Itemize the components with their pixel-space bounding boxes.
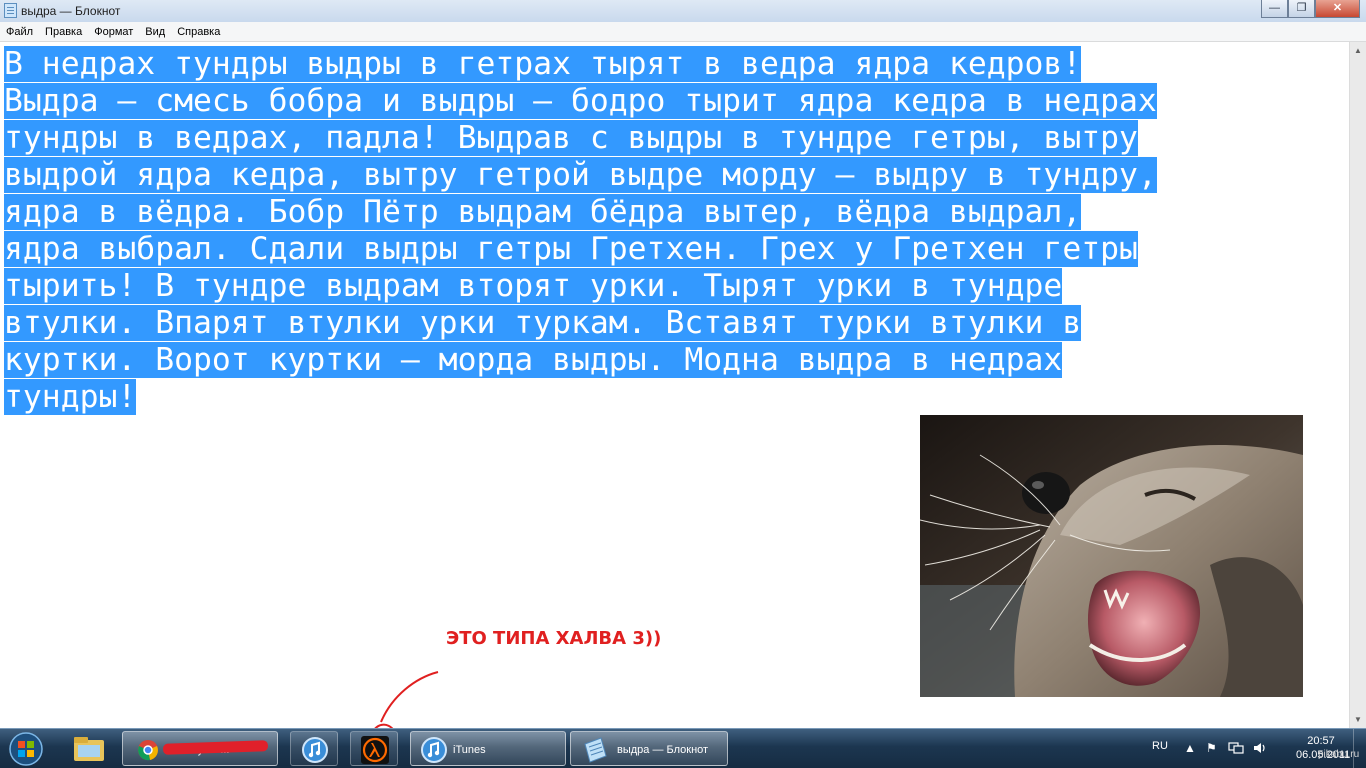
- notepad-icon: [4, 3, 17, 18]
- show-hidden-icons-icon[interactable]: ▲: [1184, 741, 1196, 755]
- annotation-text: ЭТО ТИПА ХАЛВА 3)): [446, 628, 662, 649]
- menu-file[interactable]: Файл: [0, 26, 39, 38]
- text-line: В недрах тундры выдры в гетрах тырят в в…: [4, 46, 1349, 83]
- editor-text[interactable]: В недрах тундры выдры в гетрах тырят в в…: [4, 46, 1349, 416]
- text-line: куртки. Ворот куртки — морда выдры. Модн…: [4, 342, 1349, 379]
- scroll-up-arrow-icon[interactable]: ▲: [1350, 42, 1366, 59]
- text-line: Выдра — смесь бобра и выдры — бодро тыри…: [4, 83, 1349, 120]
- notepad-icon: [584, 737, 607, 763]
- menu-bar: Файл Правка Формат Вид Справка: [0, 22, 1366, 42]
- language-indicator[interactable]: RU: [1152, 740, 1168, 752]
- text-line: тундры!: [4, 379, 1349, 416]
- start-button[interactable]: [4, 731, 48, 767]
- explorer-icon[interactable]: [72, 735, 106, 763]
- window-title: выдра — Блокнот: [21, 4, 121, 18]
- close-button[interactable]: ✕: [1315, 0, 1360, 18]
- taskbar-button-itunes-pinned[interactable]: [290, 731, 338, 766]
- selected-text[interactable]: В недрах тундры выдры в гетрах тырят в в…: [4, 46, 1082, 82]
- selected-text[interactable]: Выдра — смесь бобра и выдры — бодро тыри…: [4, 83, 1157, 119]
- taskbar-button-half-life[interactable]: [350, 731, 398, 766]
- taskbar-button-label: выдра — Блокнот: [617, 744, 709, 756]
- minimize-button[interactable]: —: [1261, 0, 1288, 18]
- menu-help[interactable]: Справка: [171, 26, 226, 38]
- volume-icon[interactable]: [1252, 741, 1268, 755]
- watermark: pikabu.ru: [1318, 749, 1360, 760]
- scroll-down-arrow-icon[interactable]: ▼: [1350, 711, 1366, 728]
- maximize-button[interactable]: ❐: [1288, 0, 1315, 18]
- selected-text[interactable]: тундры в ведрах, падла! Выдрав с выдры в…: [4, 120, 1138, 156]
- taskbar-button-itunes[interactable]: iTunes: [410, 731, 566, 766]
- text-line: ядра выбрал. Сдали выдры гетры Гретхен. …: [4, 231, 1349, 268]
- selected-text[interactable]: тундры!: [4, 379, 137, 415]
- menu-edit[interactable]: Правка: [39, 26, 88, 38]
- text-line: выдрой ядра кедра, вытру гетрой выдре мо…: [4, 157, 1349, 194]
- itunes-icon: [421, 737, 447, 763]
- text-line: тундры в ведрах, падла! Выдрав с выдры в…: [4, 120, 1349, 157]
- selected-text[interactable]: ядра выбрал. Сдали выдры гетры Гретхен. …: [4, 231, 1138, 267]
- taskbar: Pикабу — ... iTunes выдра —: [0, 728, 1366, 768]
- selected-text[interactable]: куртки. Ворот куртки — морда выдры. Модн…: [4, 342, 1063, 378]
- text-line: тырить! В тундре выдрам вторят урки. Тыр…: [4, 268, 1349, 305]
- menu-view[interactable]: Вид: [139, 26, 171, 38]
- taskbar-button-notepad[interactable]: выдра — Блокнот: [570, 731, 728, 766]
- selected-text[interactable]: ядра в вёдра. Бобр Пётр выдрам бёдра выт…: [4, 194, 1082, 230]
- clock-time: 20:57: [1307, 735, 1335, 747]
- chrome-icon: [138, 740, 158, 761]
- title-bar: выдра — Блокнот — ❐ ✕: [0, 0, 1366, 23]
- itunes-icon: [302, 737, 328, 763]
- selected-text[interactable]: тырить! В тундре выдрам вторят урки. Тыр…: [4, 268, 1063, 304]
- half-life-icon: [361, 736, 389, 764]
- selected-text[interactable]: втулки. Впарят втулки урки туркам. Встав…: [4, 305, 1082, 341]
- text-line: ядра в вёдра. Бобр Пётр выдрам бёдра выт…: [4, 194, 1349, 231]
- redaction-scribble: [162, 740, 269, 755]
- selected-text[interactable]: выдрой ядра кедра, вытру гетрой выдре мо…: [4, 157, 1157, 193]
- text-line: втулки. Впарят втулки урки туркам. Встав…: [4, 305, 1349, 342]
- vertical-scrollbar[interactable]: ▲ ▼: [1349, 42, 1366, 728]
- menu-format[interactable]: Формат: [88, 26, 139, 38]
- network-icon[interactable]: [1228, 741, 1244, 755]
- otter-photo: [920, 415, 1303, 697]
- window-controls: — ❐ ✕: [1261, 0, 1360, 18]
- taskbar-button-label: iTunes: [453, 744, 486, 756]
- flag-icon[interactable]: ⚑: [1206, 741, 1217, 755]
- taskbar-button-chrome[interactable]: Pикабу — ...: [122, 731, 278, 766]
